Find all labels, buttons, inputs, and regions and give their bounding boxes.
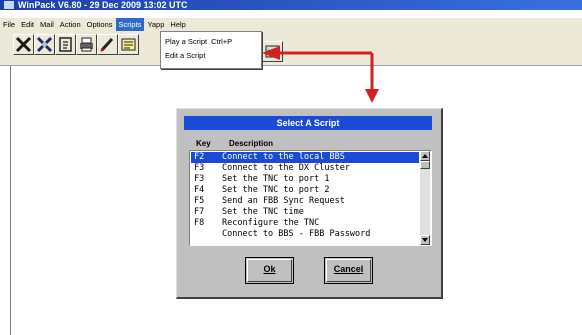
list-item[interactable]: F7 Set the TNC time <box>191 207 419 218</box>
scroll-down-button[interactable] <box>420 235 430 245</box>
arrow-to-dialog-head <box>365 89 379 103</box>
select-script-dialog: Select A Script Key Description F2 Connec… <box>176 108 443 299</box>
tools-icon <box>36 36 53 53</box>
menu-scripts[interactable]: Scripts <box>115 18 145 31</box>
edit-icon <box>100 37 114 52</box>
menu-item-edit-script[interactable]: Edit a Script <box>165 50 205 61</box>
cancel-button-label: Cancel <box>333 264 364 274</box>
list-item-description: Set the TNC to port 2 <box>222 185 330 195</box>
play-script-label: Play a Script <box>165 37 208 46</box>
menu-bar: File Edit Mail Action Options Scripts Yapp Help <box>0 18 582 31</box>
list-item-description: Connect to BBS - FBB Password <box>222 229 371 239</box>
scroll-up-button[interactable] <box>420 151 430 161</box>
menu-help[interactable]: Help <box>167 18 188 31</box>
app-icon <box>4 1 14 9</box>
scripts-dropdown-menu: Play a Script Ctrl+P Edit a Script <box>160 31 262 69</box>
ok-button-label: Ok <box>263 264 276 274</box>
list-item-key: F4 <box>194 185 205 195</box>
column-header-description: Description <box>229 139 274 148</box>
menu-yapp[interactable]: Yapp <box>144 18 167 31</box>
menu-options[interactable]: Options <box>84 18 116 31</box>
clipboard-icon <box>59 37 72 52</box>
menu-edit[interactable]: Edit <box>18 18 37 31</box>
list-item[interactable]: F3 Set the TNC to port 1 <box>191 174 419 185</box>
disconnect-button[interactable] <box>13 34 34 55</box>
printer-button[interactable] <box>76 34 97 55</box>
clipboard-button[interactable] <box>55 34 76 55</box>
list-item-description: Set the TNC time <box>222 207 304 217</box>
list-item-key: F2 <box>194 152 205 162</box>
arrow-up-icon <box>422 154 428 158</box>
list-scrollbar[interactable] <box>420 151 430 245</box>
list-item-key: F7 <box>194 207 205 217</box>
yapp-icon <box>265 45 280 58</box>
script-list[interactable]: F2 Connect to the local BBS F3 Connect to … <box>189 150 432 246</box>
list-item[interactable]: F3 Connect to the DX Cluster <box>191 163 419 174</box>
tools-button[interactable] <box>34 34 55 55</box>
list-item-key: F8 <box>194 218 205 228</box>
arrow-down-icon <box>422 238 428 242</box>
window-title: WinPack V6.80 - 29 Dec 2009 13:02 UTC <box>18 0 188 10</box>
list-item-description: Connect to the local BBS <box>222 152 345 162</box>
menu-action[interactable]: Action <box>57 18 84 31</box>
menu-file[interactable]: File <box>0 18 18 31</box>
list-item[interactable]: F2 Connect to the local BBS <box>191 152 419 163</box>
title-bar: WinPack V6.80 - 29 Dec 2009 13:02 UTC <box>0 0 582 10</box>
cancel-button[interactable]: Cancel <box>324 257 373 284</box>
dialog-title: Select A Script <box>184 116 432 130</box>
list-item[interactable]: F8 Reconfigure the TNC <box>191 218 419 229</box>
edit-script-label: Edit a Script <box>165 51 206 60</box>
list-item[interactable]: F5 Send an FBB Sync Request <box>191 196 419 207</box>
list-item-description: Send an FBB Sync Request <box>222 196 345 206</box>
list-item-description: Connect to the DX Cluster <box>222 163 350 173</box>
ok-button[interactable]: Ok <box>245 257 294 284</box>
scroll-thumb[interactable] <box>420 161 430 169</box>
list-item-key: F5 <box>194 196 205 206</box>
column-header-key: Key <box>196 139 211 148</box>
list-item[interactable]: F4 Set the TNC to port 2 <box>191 185 419 196</box>
disconnect-icon <box>15 36 32 53</box>
script-icon <box>121 38 136 51</box>
list-item[interactable]: Connect to BBS - FBB Password <box>191 229 419 240</box>
list-item-description: Reconfigure the TNC <box>222 218 320 228</box>
list-item-description: Set the TNC to port 1 <box>222 174 330 184</box>
list-item-key: F3 <box>194 174 205 184</box>
list-item-key: F3 <box>194 163 205 173</box>
left-divider <box>10 66 11 335</box>
script-button[interactable] <box>118 34 139 55</box>
printer-icon <box>80 37 93 52</box>
yapp-button[interactable] <box>262 41 283 62</box>
menu-item-play-script[interactable]: Play a Script Ctrl+P <box>165 36 232 47</box>
play-script-shortcut: Ctrl+P <box>211 37 233 46</box>
toolbar <box>0 31 582 66</box>
menu-mail[interactable]: Mail <box>37 18 57 31</box>
edit-button[interactable] <box>97 34 118 55</box>
